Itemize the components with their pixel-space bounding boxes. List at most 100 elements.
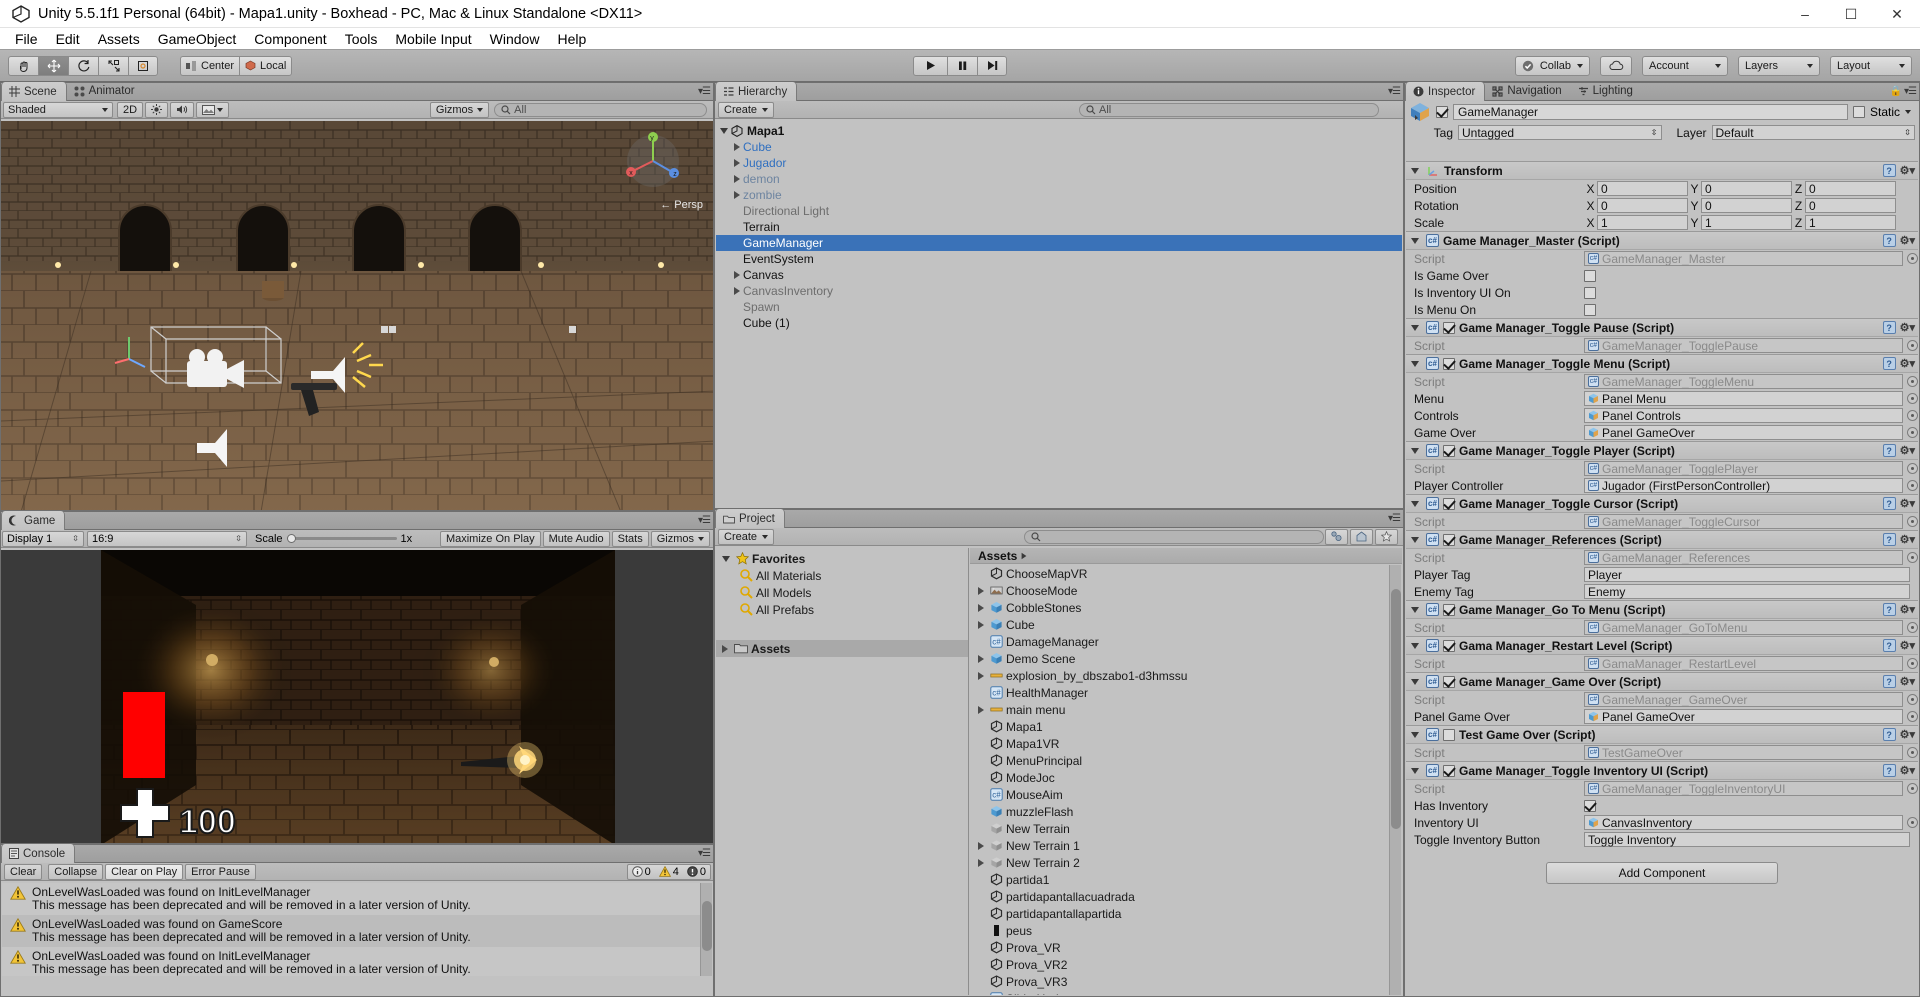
collapse-arrow-icon[interactable]	[1411, 536, 1419, 543]
scale-tool-icon[interactable]	[98, 55, 128, 76]
help-icon[interactable]: ?	[1882, 444, 1896, 457]
window-controls[interactable]: – ☐ ✕	[1782, 0, 1920, 28]
script-field[interactable]: c# GameManager_ToggleCursor	[1584, 514, 1903, 529]
minimize-button[interactable]: –	[1782, 0, 1828, 28]
player-tag-field[interactable]: Player	[1584, 567, 1910, 582]
help-icon[interactable]: ?	[1882, 234, 1896, 247]
hierarchy-item-cube-1[interactable]: Cube (1)	[716, 315, 1402, 331]
help-icon[interactable]: ?	[1882, 164, 1896, 177]
asset-item-explosion-by-dbszabo1-d3hmssu[interactable]: explosion_by_dbszabo1-d3hmssu	[970, 667, 1389, 684]
collapse-arrow-icon[interactable]	[720, 128, 728, 134]
console-tab-bar[interactable]: Console ▾☰	[1, 844, 713, 863]
static-dropdown-icon[interactable]	[1905, 110, 1911, 114]
object-picker-icon[interactable]	[1907, 622, 1918, 633]
scene-lighting-toggle[interactable]	[145, 101, 169, 118]
lock-icon[interactable]: 🔒	[1890, 86, 1902, 97]
component-enabled-checkbox[interactable]	[1443, 675, 1455, 688]
project-favorite-all-materials[interactable]: All Materials	[716, 567, 968, 584]
help-icon[interactable]: ?	[1882, 675, 1896, 688]
position-x-field[interactable]: 0	[1597, 181, 1688, 196]
layout-button[interactable]: Layout	[1830, 55, 1912, 76]
asset-item-choosemapvr[interactable]: ChooseMapVR	[970, 565, 1389, 582]
close-button[interactable]: ✕	[1874, 0, 1920, 28]
tab-project[interactable]: Project	[715, 509, 785, 528]
asset-item-modejoc[interactable]: ModeJoc	[970, 769, 1389, 786]
script-field[interactable]: c# GameManager_GoToMenu	[1584, 620, 1903, 635]
menu-item-mobileinput[interactable]: Mobile Input	[386, 29, 480, 49]
position-z-field[interactable]: 0	[1805, 181, 1896, 196]
object-enabled-checkbox[interactable]	[1436, 106, 1448, 118]
asset-list[interactable]: ChooseMapVR ChooseMode CobbleStones Cube c# D…	[970, 565, 1389, 995]
component-header[interactable]: c# Game Manager_Game Over (Script)? ⚙▾	[1406, 672, 1918, 691]
expand-arrow-icon[interactable]	[734, 271, 740, 279]
component-header[interactable]: c# Game Manager_Toggle Cursor (Script)? ⚙▾	[1406, 494, 1918, 513]
script-field[interactable]: c# GameManager_TogglePause	[1584, 338, 1903, 353]
expand-arrow-icon[interactable]	[722, 644, 728, 653]
object-picker-icon[interactable]	[1907, 410, 1918, 421]
hierarchy-tree[interactable]: Mapa1 Cube Jugador demon zombie Directional L…	[716, 121, 1402, 507]
scene-tab-bar[interactable]: Scene Animator ▾☰	[1, 82, 713, 101]
menu-bar[interactable]: File Edit Assets GameObject Component To…	[0, 28, 1920, 50]
object-picker-icon[interactable]	[1907, 376, 1918, 387]
favorite-button[interactable]	[1375, 528, 1398, 545]
collapse-arrow-icon[interactable]	[1411, 767, 1419, 774]
menu-item-component[interactable]: Component	[245, 29, 335, 49]
scene-gizmos-dropdown[interactable]: Gizmos	[429, 101, 490, 118]
console-message[interactable]: OnLevelWasLoaded was found on GameScore …	[2, 915, 700, 947]
collapse-arrow-icon[interactable]	[1411, 447, 1419, 454]
help-icon[interactable]: ?	[1882, 357, 1896, 370]
game-scale-slider[interactable]: Scale 1x	[255, 533, 412, 545]
inspector-tab-bar[interactable]: Inspector Navigation Lighting 🔒 ▾☰	[1405, 82, 1919, 101]
collab-button[interactable]: Collab	[1514, 55, 1590, 76]
asset-item-partidapantallacuadrada[interactable]: partidapantallacuadrada	[970, 888, 1389, 905]
component-header[interactable]: c# Game Manager_Go To Menu (Script)? ⚙▾	[1406, 600, 1918, 619]
layer-dropdown[interactable]: Default ⇳	[1711, 125, 1915, 140]
script-field[interactable]: c# GameManager_Master	[1584, 251, 1903, 266]
object-picker-icon[interactable]	[1907, 480, 1918, 491]
collapse-arrow-icon[interactable]	[1411, 678, 1419, 685]
project-favorites-root[interactable]: Favorites	[716, 550, 968, 567]
component-header[interactable]: Transform? ⚙▾	[1406, 161, 1918, 180]
project-assets-pane[interactable]: Assets ChooseMapVR ChooseMode CobbleStones…	[970, 548, 1402, 995]
object-picker-icon[interactable]	[1907, 253, 1918, 264]
asset-item-choosemode[interactable]: ChooseMode	[970, 582, 1389, 599]
gizmos-dropdown-button[interactable]: Gizmos	[650, 530, 710, 547]
script-field[interactable]: c# GameManager_References	[1584, 550, 1903, 565]
scene-audio-toggle[interactable]	[170, 101, 195, 118]
cloud-button[interactable]	[1600, 55, 1632, 76]
add-component-button[interactable]: Add Component	[1546, 862, 1778, 884]
account-button[interactable]: Account	[1642, 55, 1728, 76]
is-game-over-checkbox[interactable]	[1584, 269, 1596, 282]
object-picker-icon[interactable]	[1907, 783, 1918, 794]
move-tool-icon[interactable]	[38, 55, 68, 76]
component-enabled-checkbox[interactable]	[1443, 728, 1455, 741]
scene-search-input[interactable]: All	[494, 102, 707, 117]
enemy-tag-field[interactable]: Enemy	[1584, 584, 1910, 599]
scene-panel-menu-icon[interactable]: ▾☰	[698, 86, 711, 97]
controls-field[interactable]: Panel Controls	[1584, 408, 1903, 423]
scale-z-field[interactable]: 1	[1805, 215, 1896, 230]
expand-arrow-icon[interactable]	[734, 143, 740, 151]
clear-button[interactable]: Clear	[4, 863, 43, 880]
help-icon[interactable]: ?	[1882, 728, 1896, 741]
console-message[interactable]: OnLevelWasLoaded was found on InitLevelM…	[2, 947, 700, 976]
project-assets-root[interactable]: Assets	[716, 640, 968, 657]
rotation-z-field[interactable]: 0	[1805, 198, 1896, 213]
rotation-y-field[interactable]: 0	[1701, 198, 1792, 213]
position-y-field[interactable]: 0	[1701, 181, 1792, 196]
tab-inspector[interactable]: Inspector	[1405, 82, 1486, 101]
project-favorite-all-models[interactable]: All Models	[716, 584, 968, 601]
game-tab-bar[interactable]: Game ▾☰	[1, 511, 713, 530]
panel-game-over-field[interactable]: Panel GameOver	[1584, 709, 1903, 724]
filter-by-label-button[interactable]	[1350, 528, 1373, 545]
rotation-x-field[interactable]: 0	[1597, 198, 1688, 213]
hierarchy-create-button[interactable]: Create	[718, 101, 775, 118]
pivot-mode-button[interactable]: Center	[180, 55, 240, 76]
gear-icon[interactable]: ⚙▾	[1900, 603, 1915, 616]
toggle-inventory-button-field[interactable]: Toggle Inventory	[1584, 832, 1910, 847]
object-picker-icon[interactable]	[1907, 658, 1918, 669]
script-field[interactable]: c# GameManager_TogglePlayer	[1584, 461, 1903, 476]
is-menu-on-checkbox[interactable]	[1584, 303, 1596, 316]
gear-icon[interactable]: ⚙▾	[1900, 164, 1915, 177]
rect-tool-icon[interactable]	[128, 55, 158, 76]
